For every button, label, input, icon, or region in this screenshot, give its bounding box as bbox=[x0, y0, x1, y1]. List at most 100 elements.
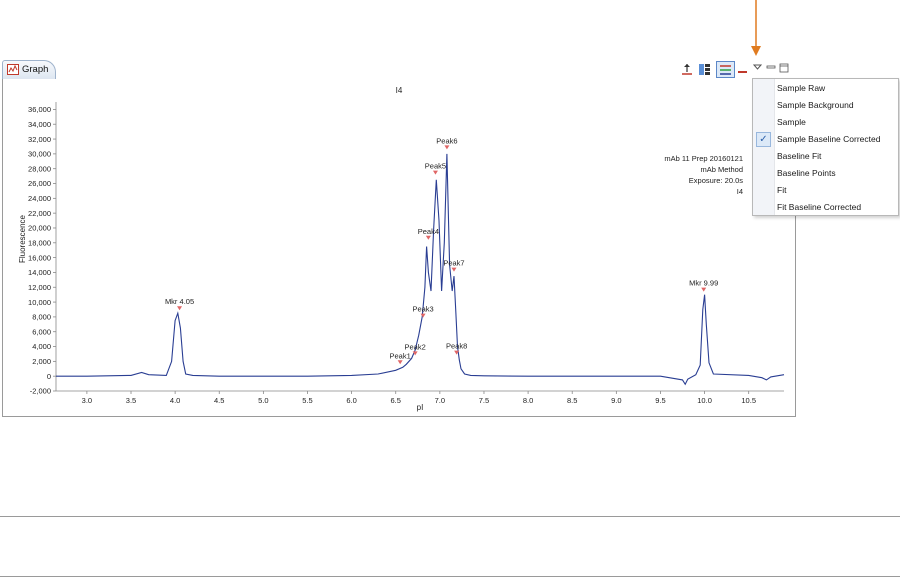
peak-marker bbox=[420, 313, 426, 318]
peak-marker bbox=[177, 306, 183, 311]
tab-graph[interactable]: Graph bbox=[2, 60, 56, 79]
peak-annotation[interactable]: Mkr 9.99 bbox=[689, 279, 718, 292]
x-tick-label: 5.0 bbox=[258, 396, 268, 405]
peak-annotation[interactable]: Peak8 bbox=[446, 342, 467, 355]
y-tick-label: 4,000 bbox=[32, 342, 51, 351]
info-box: mAb 11 Prep 20160121 mAb Method Exposure… bbox=[664, 154, 743, 196]
divider-line bbox=[0, 516, 900, 517]
plot-svg[interactable]: I4 -2,000 0 2,000 4,000 6,000 8,000 10,000 12,0… bbox=[3, 79, 795, 416]
peak-annotations: Mkr 4.05 Peak1Peak2 Peak3 Peak4 Peak5 Peak6 Pe… bbox=[165, 136, 718, 365]
x-tick-label: 7.5 bbox=[479, 396, 489, 405]
menu-item-sample-baseline-corrected[interactable]: ✓ Sample Baseline Corrected bbox=[753, 131, 898, 148]
x-tick-label: 6.5 bbox=[391, 396, 401, 405]
x-tick-label: 10.0 bbox=[697, 396, 712, 405]
peak-label: Peak7 bbox=[443, 259, 464, 268]
peak-annotation[interactable]: Mkr 4.05 bbox=[165, 297, 194, 311]
x-tick-label: 6.0 bbox=[346, 396, 356, 405]
y-tick-label: 26,000 bbox=[28, 179, 51, 188]
x-tick-label: 7.0 bbox=[435, 396, 445, 405]
x-tick-label: 8.5 bbox=[567, 396, 577, 405]
y-tick-label: 0 bbox=[47, 372, 51, 381]
info-line-4: I4 bbox=[737, 187, 743, 196]
y-tick-label: 14,000 bbox=[28, 268, 51, 277]
divider-line bbox=[0, 576, 900, 577]
peak-label: Mkr 4.05 bbox=[165, 297, 194, 306]
y-ticks: -2,000 0 2,000 4,000 6,000 8,000 10,000 12,000 1… bbox=[28, 105, 56, 396]
y-tick-label: 36,000 bbox=[28, 105, 51, 114]
x-tick-label: 8.0 bbox=[523, 396, 533, 405]
peak-annotation[interactable]: Peak3 bbox=[412, 305, 434, 318]
peak-annotation[interactable]: Peak4 bbox=[418, 227, 439, 240]
view-tab-bar: Graph bbox=[2, 60, 797, 80]
minimize-view-icon[interactable] bbox=[766, 63, 776, 73]
menu-item-fit[interactable]: Fit bbox=[753, 182, 898, 199]
y-tick-label: 28,000 bbox=[28, 164, 51, 173]
menu-item-label: Sample Raw bbox=[777, 83, 826, 93]
x-tick-label: 3.0 bbox=[82, 396, 92, 405]
y-tick-label: 6,000 bbox=[32, 327, 51, 336]
y-tick-label: 10,000 bbox=[28, 298, 51, 307]
peak-marker bbox=[425, 235, 431, 240]
y-tick-label: 12,000 bbox=[28, 283, 51, 292]
info-line-3: Exposure: 20.0s bbox=[689, 176, 743, 185]
menu-item-sample[interactable]: Sample bbox=[753, 114, 898, 131]
peak-label: Peak1 bbox=[390, 351, 411, 360]
menu-item-label: Baseline Fit bbox=[777, 151, 822, 161]
x-tick-label: 9.0 bbox=[611, 396, 621, 405]
y-tick-label: 2,000 bbox=[32, 357, 51, 366]
x-tick-label: 9.5 bbox=[655, 396, 665, 405]
menu-item-sample-background[interactable]: Sample Background bbox=[753, 97, 898, 114]
y-tick-label: 30,000 bbox=[28, 150, 51, 159]
x-axis-label: pI bbox=[417, 403, 424, 412]
info-line-2: mAb Method bbox=[700, 165, 743, 174]
peak-marker bbox=[397, 360, 403, 365]
x-tick-label: 10.5 bbox=[741, 396, 756, 405]
x-tick-label: 4.5 bbox=[214, 396, 224, 405]
view-menu-dropdown: Sample Raw Sample Background Sample ✓ Sa… bbox=[752, 78, 899, 216]
y-tick-label: 8,000 bbox=[32, 313, 51, 322]
y-tick-label: 34,000 bbox=[28, 120, 51, 129]
graph-icon bbox=[7, 64, 19, 75]
menu-item-label: Sample Baseline Corrected bbox=[777, 134, 881, 144]
maximize-view-icon[interactable] bbox=[779, 63, 789, 73]
menu-item-label: Sample bbox=[777, 117, 806, 127]
plot-title: I4 bbox=[396, 86, 403, 95]
peak-label: Peak3 bbox=[412, 305, 433, 314]
minimize-icon[interactable] bbox=[737, 63, 748, 76]
peak-label: Peak2 bbox=[405, 342, 426, 351]
peak-marker bbox=[701, 287, 707, 292]
pointer-arrow bbox=[751, 0, 761, 56]
y-tick-label: 18,000 bbox=[28, 238, 51, 247]
peak-marker bbox=[444, 145, 450, 150]
menu-item-label: Fit Baseline Corrected bbox=[777, 202, 862, 212]
x-tick-label: 3.5 bbox=[126, 396, 136, 405]
y-tick-label: 20,000 bbox=[28, 224, 51, 233]
peak-label: Peak8 bbox=[446, 342, 467, 351]
x-tick-label: 5.5 bbox=[302, 396, 312, 405]
menu-item-label: Sample Background bbox=[777, 100, 854, 110]
y-tick-label: -2,000 bbox=[30, 387, 51, 396]
peak-annotation[interactable]: Peak6 bbox=[436, 136, 458, 150]
graph-panel: I4 -2,000 0 2,000 4,000 6,000 8,000 10,000 12,0… bbox=[2, 79, 796, 417]
menu-item-baseline-fit[interactable]: Baseline Fit bbox=[753, 148, 898, 165]
y-tick-label: 32,000 bbox=[28, 135, 51, 144]
menu-item-baseline-points[interactable]: Baseline Points bbox=[753, 165, 898, 182]
table-icon[interactable] bbox=[698, 63, 711, 76]
y-tick-label: 24,000 bbox=[28, 194, 51, 203]
y-tick-label: 22,000 bbox=[28, 209, 51, 218]
info-line-1: mAb 11 Prep 20160121 bbox=[664, 154, 743, 163]
menu-item-sample-raw[interactable]: Sample Raw bbox=[753, 80, 898, 97]
peak-label: Peak6 bbox=[436, 136, 457, 145]
peak-marker bbox=[451, 267, 457, 272]
y-axis-label: Fluorescence bbox=[18, 214, 27, 263]
view-menu-icon[interactable] bbox=[753, 63, 762, 72]
peak-annotation[interactable]: Peak7 bbox=[443, 259, 465, 272]
pin-icon[interactable] bbox=[681, 63, 693, 76]
peak-annotation[interactable]: Peak5 bbox=[425, 162, 446, 175]
menu-item-label: Fit bbox=[777, 185, 787, 195]
menu-item-fit-baseline-corrected[interactable]: Fit Baseline Corrected bbox=[753, 199, 898, 216]
legend-icon[interactable] bbox=[716, 61, 735, 78]
peak-label: Mkr 9.99 bbox=[689, 279, 718, 288]
peak-label: Peak5 bbox=[425, 162, 446, 171]
menu-item-label: Baseline Points bbox=[777, 168, 836, 178]
